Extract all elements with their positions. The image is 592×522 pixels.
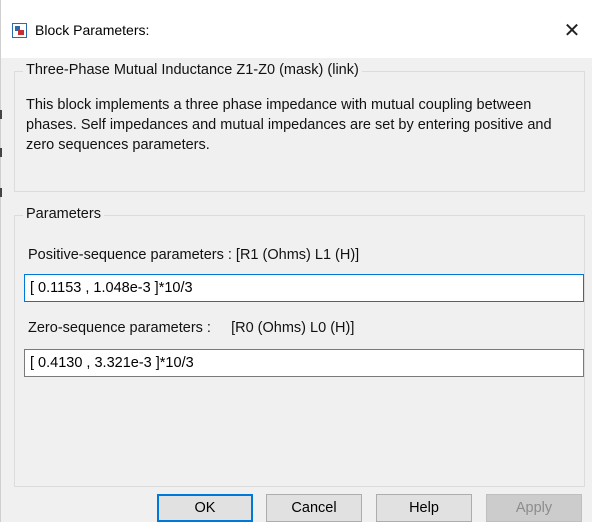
ok-button[interactable]: OK (157, 494, 253, 522)
close-button[interactable]: ✕ (557, 16, 587, 46)
close-icon: ✕ (563, 20, 581, 42)
mask-group-title: Three-Phase Mutual Inductance Z1-Z0 (mas… (23, 62, 362, 78)
zero-sequence-label: Zero-sequence parameters : [R0 (Ohms) L0… (28, 320, 355, 336)
mask-description: This block implements a three phase impe… (26, 97, 552, 153)
window-edge-marks (0, 110, 3, 210)
simulink-block-icon (12, 23, 27, 38)
positive-sequence-label: Positive-sequence parameters : [R1 (Ohms… (28, 247, 360, 263)
title-bar[interactable]: Block Parameters: ✕ (1, 0, 592, 58)
block-parameters-dialog: Block Parameters: ✕ Three-Phase Mutual I… (0, 0, 592, 522)
window-title: Block Parameters: (35, 22, 150, 38)
apply-button[interactable]: Apply (486, 494, 582, 522)
zero-sequence-input[interactable] (24, 349, 584, 377)
parameters-group-title: Parameters (23, 206, 104, 222)
cancel-button[interactable]: Cancel (266, 494, 362, 522)
positive-sequence-input[interactable] (24, 274, 584, 302)
help-button[interactable]: Help (376, 494, 472, 522)
